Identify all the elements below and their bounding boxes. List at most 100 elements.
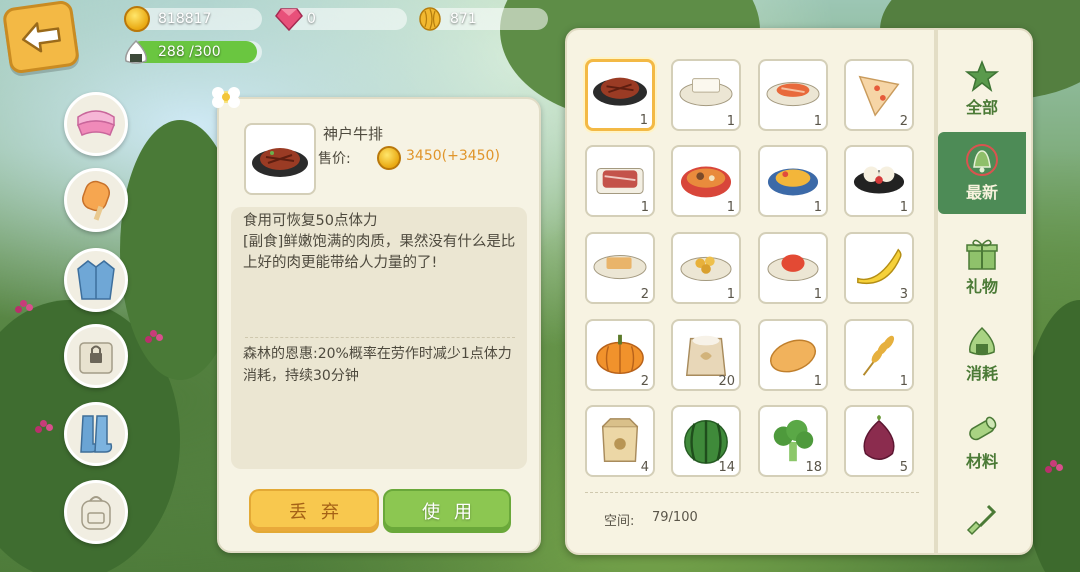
- gold-counter: 818817: [124, 6, 262, 32]
- gem-icon: [275, 8, 303, 31]
- back-button[interactable]: [1, 0, 81, 75]
- inventory-slot[interactable]: 2: [585, 319, 655, 391]
- tab-gift[interactable]: 礼物: [938, 226, 1026, 308]
- seed-counter: 871: [419, 7, 548, 31]
- tab-all-label: 全部: [965, 98, 998, 117]
- selected-item-thumbnail: [244, 123, 316, 195]
- category-backpack[interactable]: [64, 480, 128, 544]
- category-popsicle[interactable]: [64, 168, 128, 232]
- tab-gift-label: 礼物: [965, 277, 998, 296]
- category-locked-bag[interactable]: [64, 324, 128, 388]
- tab-material-label: 材料: [965, 452, 998, 471]
- seed-amount: 871: [450, 11, 477, 27]
- gold-amount: 818817: [158, 11, 212, 27]
- tab-new[interactable]: 最新: [938, 132, 1026, 214]
- inventory-slot[interactable]: 1: [758, 145, 828, 217]
- item-description: 食用可恢复50点体力 [副食]鲜嫩饱满的肉质，果然没有什么是比上好的肉更能带给人…: [243, 213, 516, 271]
- boots-icon: [80, 415, 113, 453]
- inventory-slot[interactable]: 1: [585, 145, 655, 217]
- steak-icon: [252, 148, 308, 177]
- item-count: 1: [813, 114, 822, 129]
- category-visor[interactable]: [64, 92, 128, 156]
- inventory-slot[interactable]: 14: [671, 405, 741, 477]
- item-count: 2: [640, 287, 649, 302]
- popsicle-icon: [82, 180, 110, 221]
- energy-amount: 288 /300: [158, 44, 221, 60]
- space-value: 79/100: [652, 510, 698, 525]
- inventory-slot[interactable]: 2: [844, 59, 914, 131]
- item-count: 1: [813, 287, 822, 302]
- gem-counter: 0: [275, 8, 407, 31]
- inventory-slot[interactable]: 1: [671, 232, 741, 304]
- tab-consumable[interactable]: 消耗: [938, 314, 1026, 396]
- shovel-icon: [966, 504, 997, 536]
- item-count: 14: [718, 460, 735, 475]
- category-boots[interactable]: [64, 402, 128, 466]
- inventory-slot[interactable]: 1: [758, 59, 828, 131]
- item-count: 1: [640, 200, 649, 215]
- inventory-slot[interactable]: 18: [758, 405, 828, 477]
- inventory-slot[interactable]: 3: [844, 232, 914, 304]
- inventory-slot[interactable]: 2: [585, 232, 655, 304]
- item-count: 20: [718, 374, 735, 389]
- inventory-slot[interactable]: 1: [758, 232, 828, 304]
- tab-consumable-label: 消耗: [965, 364, 998, 383]
- description-box: 食用可恢复50点体力 [副食]鲜嫩饱满的肉质，果然没有什么是比上好的肉更能带给人…: [231, 207, 527, 469]
- item-count: 1: [813, 200, 822, 215]
- tab-material[interactable]: 材料: [938, 402, 1026, 484]
- jacket-icon: [77, 260, 115, 300]
- inventory-slot[interactable]: 1: [844, 319, 914, 391]
- discard-button[interactable]: 丢弃: [249, 489, 379, 533]
- inventory-slot[interactable]: 20: [671, 319, 741, 391]
- inventory-slot[interactable]: 5: [844, 405, 914, 477]
- gem-amount: 0: [307, 11, 316, 27]
- tab-new-label: 最新: [965, 183, 998, 202]
- tab-all[interactable]: 全部: [938, 48, 1026, 130]
- item-count: 1: [899, 200, 908, 215]
- price-label: 售价:: [318, 151, 351, 167]
- seed-icon: [419, 7, 441, 31]
- inventory-slot[interactable]: 1: [671, 59, 741, 131]
- description-divider: [245, 337, 515, 338]
- inventory-slot[interactable]: 1: [671, 145, 741, 217]
- item-count: 4: [640, 460, 649, 475]
- tab-tool[interactable]: [938, 478, 1026, 560]
- rice-ball-energy-icon: [124, 39, 148, 64]
- item-count: 18: [805, 460, 822, 475]
- item-name: 神户牛排: [323, 125, 384, 143]
- star-icon: [965, 60, 999, 92]
- space-label: 空间:: [604, 514, 635, 529]
- item-count: 2: [640, 374, 649, 389]
- rice-ball-icon: [969, 326, 995, 356]
- gift-icon: [966, 239, 998, 270]
- log-icon: [969, 416, 997, 441]
- backpack-icon: [81, 496, 111, 530]
- gold-coin-icon: [124, 6, 150, 32]
- item-count: 1: [726, 114, 735, 129]
- inventory-slot[interactable]: 4: [585, 405, 655, 477]
- inventory-slot[interactable]: 1: [844, 145, 914, 217]
- visor-icon: [77, 110, 115, 136]
- item-count: 1: [813, 374, 822, 389]
- energy-counter: 288 /300: [124, 39, 262, 64]
- inventory-slot[interactable]: 1: [758, 319, 828, 391]
- price-coin-icon: [377, 146, 401, 170]
- item-count: 1: [726, 200, 735, 215]
- item-effect: 森林的恩惠:20%概率在劳作时减少1点体力消耗，持续30分钟: [243, 346, 512, 384]
- item-count: 2: [899, 114, 908, 129]
- price-value: 3450(+3450): [406, 148, 500, 164]
- item-count: 1: [899, 374, 908, 389]
- item-count: 5: [899, 460, 908, 475]
- inventory-divider: [585, 492, 919, 493]
- use-button[interactable]: 使用: [383, 489, 511, 533]
- item-detail-panel: 神户牛排 售价: 3450(+3450) 食用可恢复50点体力 [副食]鲜嫩饱满…: [217, 97, 541, 553]
- locked-bag-icon: [79, 342, 113, 374]
- item-count: 1: [639, 113, 648, 128]
- bell-icon: [966, 144, 998, 176]
- flower-decoration-icon: [212, 87, 240, 108]
- category-jacket[interactable]: [64, 248, 128, 312]
- category-tabs: 全部 最新 礼物 消耗 材料: [938, 28, 1034, 555]
- inventory-slot[interactable]: 1: [585, 59, 655, 131]
- item-count: 3: [899, 287, 908, 302]
- back-arrow-icon: [21, 22, 61, 53]
